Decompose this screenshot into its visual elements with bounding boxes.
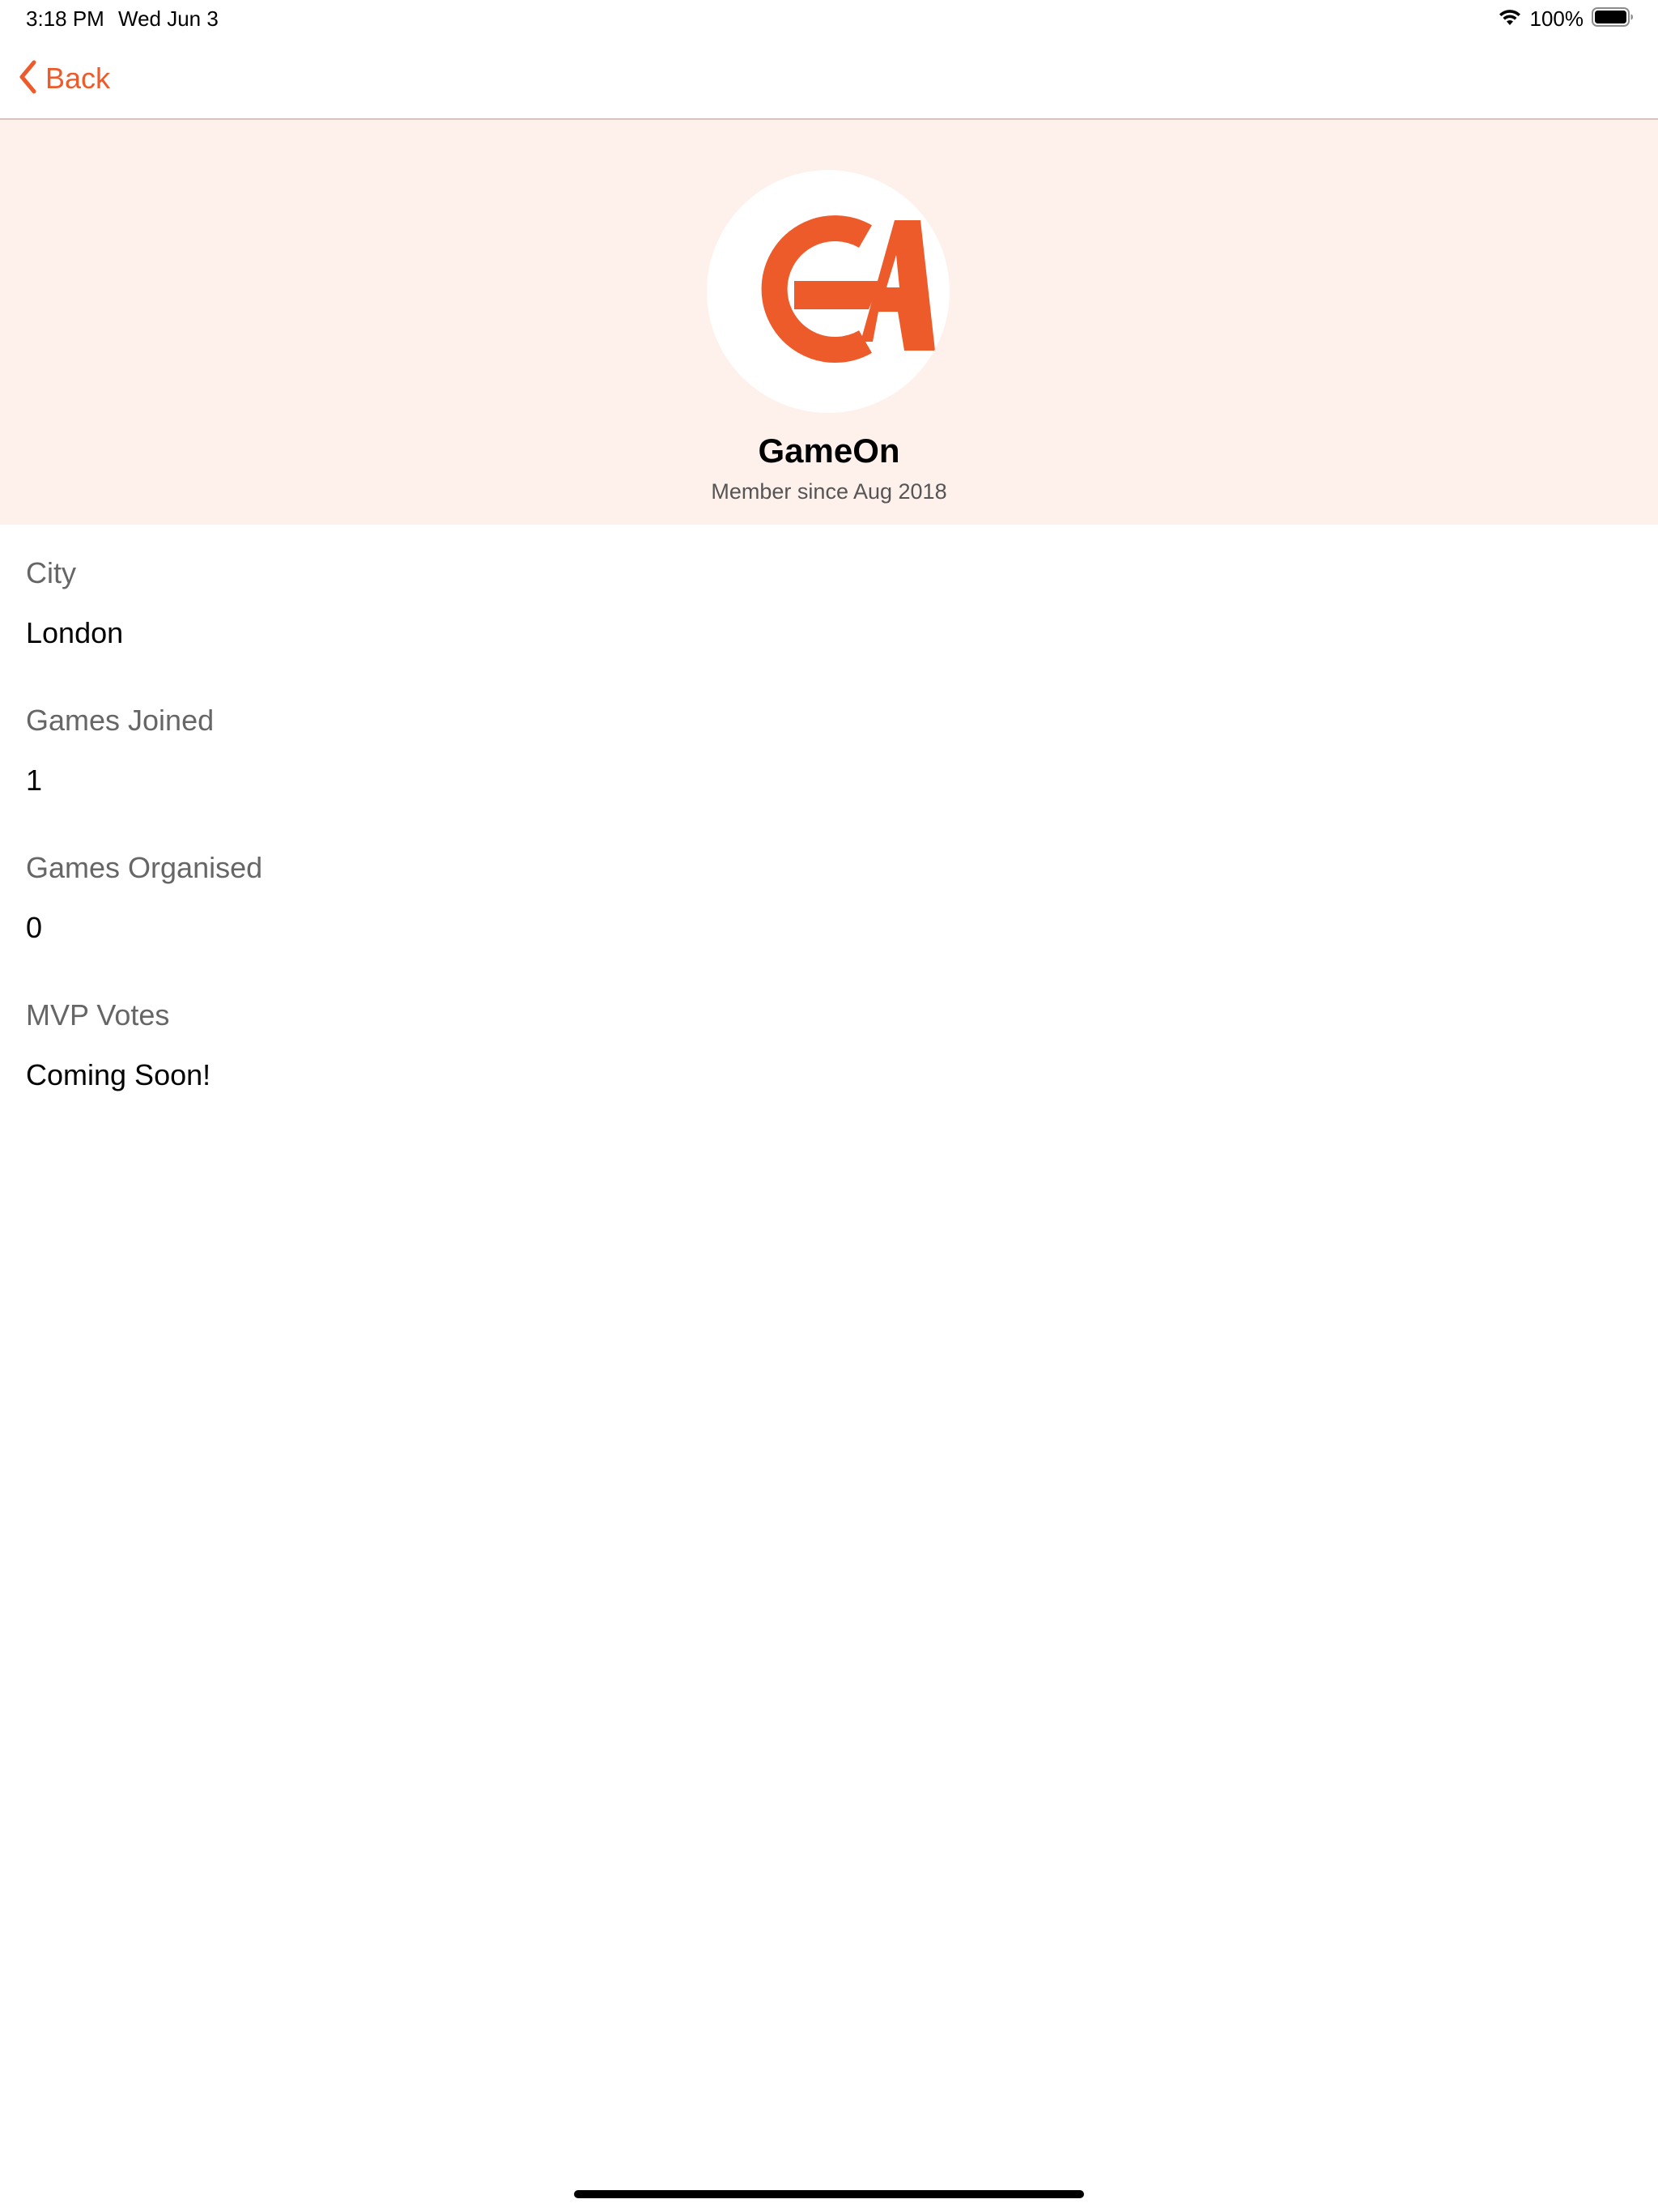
detail-label: Games Organised <box>26 851 263 884</box>
battery-percentage: 100% <box>1529 6 1584 31</box>
detail-value: 1 <box>26 764 43 797</box>
detail-label: MVP Votes <box>26 998 170 1032</box>
detail-mvp-votes: MVP Votes Coming Soon! <box>26 967 1632 1114</box>
navigation-bar: Back <box>0 37 1658 120</box>
ga-logo-icon <box>761 215 935 363</box>
back-label: Back <box>45 62 111 95</box>
detail-label: City <box>26 556 76 589</box>
battery-icon <box>1592 6 1634 32</box>
home-indicator[interactable] <box>574 2190 1084 2198</box>
status-right: 100% <box>1498 6 1635 31</box>
detail-games-joined: Games Joined 1 <box>26 672 1632 819</box>
back-button[interactable]: Back <box>18 58 110 99</box>
avatar <box>707 170 950 413</box>
detail-city: City London <box>26 525 1632 672</box>
profile-name: GameOn <box>758 432 900 470</box>
wifi-icon <box>1498 7 1522 31</box>
profile-details: City London Games Joined 1 Games Organis… <box>26 525 1632 1114</box>
profile-header: GameOn Member since Aug 2018 <box>0 120 1658 525</box>
status-time: 3:18 PM <box>26 6 104 31</box>
detail-value: London <box>26 616 124 649</box>
detail-value: 0 <box>26 911 43 944</box>
chevron-left-icon <box>18 59 39 99</box>
detail-games-organised: Games Organised 0 <box>26 819 1632 967</box>
detail-value: Coming Soon! <box>26 1058 211 1091</box>
status-date: Wed Jun 3 <box>118 6 219 31</box>
detail-label: Games Joined <box>26 704 215 737</box>
member-since: Member since Aug 2018 <box>711 479 947 504</box>
status-bar: 3:18 PM Wed Jun 3 100% <box>0 0 1658 37</box>
